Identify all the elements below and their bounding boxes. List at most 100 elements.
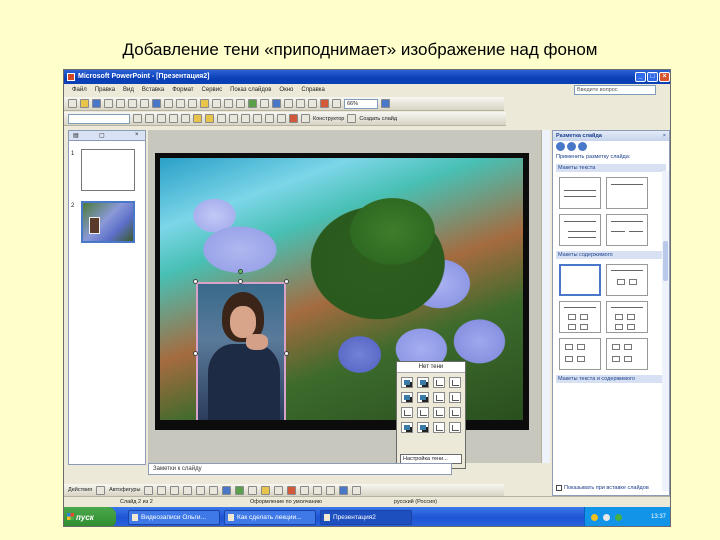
picture-icon[interactable] <box>284 99 293 108</box>
show-on-insert-checkbox[interactable] <box>556 485 562 491</box>
3d-style-icon[interactable] <box>352 485 362 495</box>
menu-insert[interactable]: Вставка <box>142 87 164 93</box>
clipart-icon[interactable] <box>235 485 245 495</box>
portrait-picture[interactable] <box>196 282 286 420</box>
minimize-button[interactable]: _ <box>635 72 646 82</box>
close-button[interactable]: × <box>659 72 670 82</box>
shadow-style-option[interactable] <box>433 377 445 388</box>
underline-icon[interactable] <box>169 114 178 123</box>
bold-icon[interactable] <box>145 114 154 123</box>
shadow-text-icon[interactable] <box>181 114 190 123</box>
preview-icon[interactable] <box>140 99 149 108</box>
actions-menu[interactable]: Действия <box>68 487 92 493</box>
new-slide-button[interactable]: Создать слайд <box>359 116 397 122</box>
start-button[interactable]: пуск <box>64 507 116 526</box>
save-icon[interactable] <box>92 99 101 108</box>
back-icon[interactable] <box>556 142 565 151</box>
layout-two-content[interactable] <box>606 301 648 333</box>
permission-icon[interactable] <box>104 99 113 108</box>
line-color-icon[interactable] <box>274 485 284 495</box>
fill-color-icon[interactable] <box>261 485 271 495</box>
select-arrow-icon[interactable] <box>96 485 106 495</box>
format-painter-icon[interactable] <box>212 99 221 108</box>
new-icon[interactable] <box>68 99 77 108</box>
line-style-icon[interactable] <box>300 485 310 495</box>
menu-file[interactable]: Файл <box>72 87 87 93</box>
align-right-icon[interactable] <box>217 114 226 123</box>
help-search-input[interactable]: Введите вопрос <box>574 85 656 95</box>
resize-handle[interactable] <box>284 351 289 356</box>
resize-handle[interactable] <box>238 279 243 284</box>
shadow-style-option[interactable] <box>417 422 429 433</box>
arrow-style-icon[interactable] <box>326 485 336 495</box>
insert-table-icon[interactable] <box>272 99 281 108</box>
resize-handle[interactable] <box>284 279 289 284</box>
layout-two-columns[interactable] <box>606 214 648 246</box>
spelling-icon[interactable] <box>152 99 161 108</box>
pane-close-icon[interactable]: × <box>135 132 139 138</box>
chart-icon[interactable] <box>248 99 257 108</box>
decrease-font-icon[interactable] <box>265 114 274 123</box>
outline-tab-icon[interactable]: ▤ <box>73 132 79 139</box>
shadow-style-option[interactable] <box>433 392 445 403</box>
align-left-icon[interactable] <box>193 114 202 123</box>
taskbar-item[interactable]: Как сделать лекции... <box>224 510 316 525</box>
maximize-button[interactable]: □ <box>647 72 658 82</box>
shadow-style-option[interactable] <box>401 392 413 403</box>
shadow-style-option[interactable] <box>417 392 429 403</box>
layout-content-grid[interactable] <box>606 338 648 370</box>
layout-content[interactable] <box>606 264 648 296</box>
no-shadow-option[interactable]: Нет тени <box>397 362 465 373</box>
slide-thumbnail-2[interactable] <box>81 201 135 243</box>
dash-style-icon[interactable] <box>313 485 323 495</box>
forward-icon[interactable] <box>567 142 576 151</box>
copy-icon[interactable] <box>188 99 197 108</box>
show-on-insert-option[interactable]: Показывать при вставке слайдов <box>556 485 649 491</box>
menu-view[interactable]: Вид <box>123 87 134 93</box>
bullets-icon[interactable] <box>241 114 250 123</box>
diagram-icon[interactable] <box>296 99 305 108</box>
font-name-field[interactable] <box>68 113 130 124</box>
layout-title-slide[interactable] <box>559 177 601 209</box>
help-icon[interactable] <box>381 99 390 108</box>
designer-button[interactable]: Конструктор <box>313 116 344 122</box>
resize-handle[interactable] <box>193 279 198 284</box>
slide-scrollbar[interactable] <box>541 130 550 463</box>
new-slide-icon[interactable] <box>347 114 357 123</box>
tray-icon[interactable] <box>615 514 622 521</box>
grid-icon[interactable] <box>332 99 341 108</box>
font-color-icon[interactable] <box>289 114 298 123</box>
resize-handle[interactable] <box>193 351 198 356</box>
redo-icon[interactable] <box>236 99 245 108</box>
shadow-style-icon[interactable] <box>339 485 349 495</box>
autoshapes-menu[interactable]: Автофигуры <box>109 487 140 493</box>
table-icon[interactable] <box>260 99 269 108</box>
shadow-style-option[interactable] <box>449 377 461 388</box>
cut-icon[interactable] <box>176 99 185 108</box>
layout-title-text[interactable] <box>559 214 601 246</box>
notes-field[interactable]: Заметки к слайду <box>148 463 452 475</box>
menu-format[interactable]: Формат <box>172 87 193 93</box>
slide-thumbnail-1[interactable] <box>81 149 135 191</box>
tray-icon[interactable] <box>603 514 610 521</box>
rectangle-icon[interactable] <box>170 485 180 495</box>
taskbar-item[interactable]: Видеозаписи Ольги... <box>128 510 220 525</box>
numbering-icon[interactable] <box>229 114 238 123</box>
shadow-style-option[interactable] <box>449 407 461 418</box>
layout-four-content[interactable] <box>559 338 601 370</box>
taskbar-item-active[interactable]: Презентация2 <box>320 510 412 525</box>
zoom-field[interactable]: 66% <box>344 98 378 109</box>
layout-title-only[interactable] <box>606 177 648 209</box>
arrow-icon[interactable] <box>157 485 167 495</box>
shadow-style-option[interactable] <box>417 377 429 388</box>
rotate-handle[interactable] <box>238 269 243 274</box>
indent-icon[interactable] <box>277 114 286 123</box>
tray-icon[interactable] <box>591 514 598 521</box>
home-icon[interactable] <box>578 142 587 151</box>
undo-icon[interactable] <box>224 99 233 108</box>
task-pane-scrollbar[interactable] <box>662 171 669 491</box>
shadow-style-option[interactable] <box>401 422 413 433</box>
shadow-style-option[interactable] <box>401 407 413 418</box>
expand-icon[interactable] <box>308 99 317 108</box>
wordart-icon[interactable] <box>209 485 219 495</box>
